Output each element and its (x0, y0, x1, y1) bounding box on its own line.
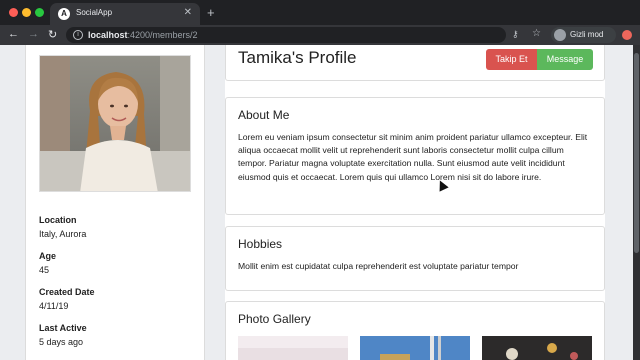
profile-header-card: Tamika's Profile Takip Et Message (225, 45, 605, 81)
maximize-window-button[interactable] (35, 8, 44, 17)
profile-photo (39, 55, 191, 192)
age-value: 45 (39, 265, 50, 275)
gallery-photo[interactable] (238, 336, 348, 360)
scrollbar-thumb[interactable] (634, 53, 639, 253)
page-background (605, 45, 633, 360)
page-background (0, 45, 25, 360)
photo-gallery-title: Photo Gallery (238, 312, 311, 326)
browser-toolbar: ← → ↻ i localhost:4200/members/2 ⚷ ☆ Giz… (0, 25, 640, 45)
site-info-icon[interactable]: i (73, 30, 83, 40)
browser-tab-bar: A SocialApp ✕ + (0, 0, 640, 25)
extension-icon[interactable] (622, 30, 632, 40)
location-label: Location (39, 215, 77, 225)
url-host: localhost (88, 30, 128, 40)
incognito-label: Gizli mod (570, 30, 604, 39)
page-title: Tamika's Profile (238, 48, 357, 67)
url-path: :4200/members/2 (127, 30, 198, 40)
created-date-value: 4/11/19 (39, 301, 69, 311)
incognito-icon (554, 29, 566, 41)
page-scrollbar[interactable] (633, 45, 640, 360)
page-background (205, 45, 225, 360)
key-icon[interactable]: ⚷ (512, 29, 519, 40)
page-content: Location Italy, Aurora Age 45 Created Da… (0, 45, 633, 360)
forward-arrow-icon[interactable]: → (28, 28, 39, 40)
tab-title: SocialApp (76, 8, 113, 17)
profile-sidebar-card: Location Italy, Aurora Age 45 Created Da… (25, 45, 205, 360)
browser-tab[interactable]: A SocialApp ✕ (50, 3, 200, 25)
hobbies-title: Hobbies (238, 237, 283, 251)
bookmark-star-icon[interactable]: ☆ (532, 28, 541, 39)
close-window-button[interactable] (9, 8, 18, 17)
about-me-card: About Me Lorem eu veniam ipsum consectet… (225, 97, 605, 215)
reload-icon[interactable]: ↻ (48, 28, 57, 41)
gallery-photo-image (238, 336, 348, 360)
url-text[interactable]: localhost:4200/members/2 (88, 30, 198, 40)
gallery-photo-image (482, 336, 592, 360)
gallery-photo[interactable] (360, 336, 470, 360)
hobbies-card: Hobbies Mollit enim est cupidatat culpa … (225, 226, 605, 291)
address-bar[interactable]: i localhost:4200/members/2 (66, 27, 506, 43)
app-favicon-icon: A (58, 8, 70, 20)
new-tab-icon[interactable]: + (207, 5, 215, 20)
hobbies-text: Mollit enim est cupidatat culpa reprehen… (238, 261, 519, 271)
location-value: Italy, Aurora (39, 229, 87, 239)
incognito-badge[interactable]: Gizli mod (551, 27, 616, 43)
gallery-photo[interactable] (482, 336, 592, 360)
last-active-value: 5 days ago (39, 337, 84, 347)
photo-gallery-card: Photo Gallery (225, 301, 605, 360)
gallery-photo-image (360, 336, 470, 360)
close-tab-icon[interactable]: ✕ (184, 7, 192, 18)
minimize-window-button[interactable] (22, 8, 31, 17)
about-me-text: Lorem eu veniam ipsum consectetur sit mi… (238, 132, 588, 182)
back-arrow-icon[interactable]: ← (8, 28, 19, 40)
follow-button[interactable]: Takip Et (486, 49, 537, 70)
age-label: Age (39, 251, 57, 261)
last-active-label: Last Active (39, 323, 87, 333)
profile-photo-image (40, 56, 190, 191)
about-me-title: About Me (238, 108, 290, 122)
created-date-label: Created Date (39, 287, 95, 297)
message-button[interactable]: Message (537, 49, 593, 70)
